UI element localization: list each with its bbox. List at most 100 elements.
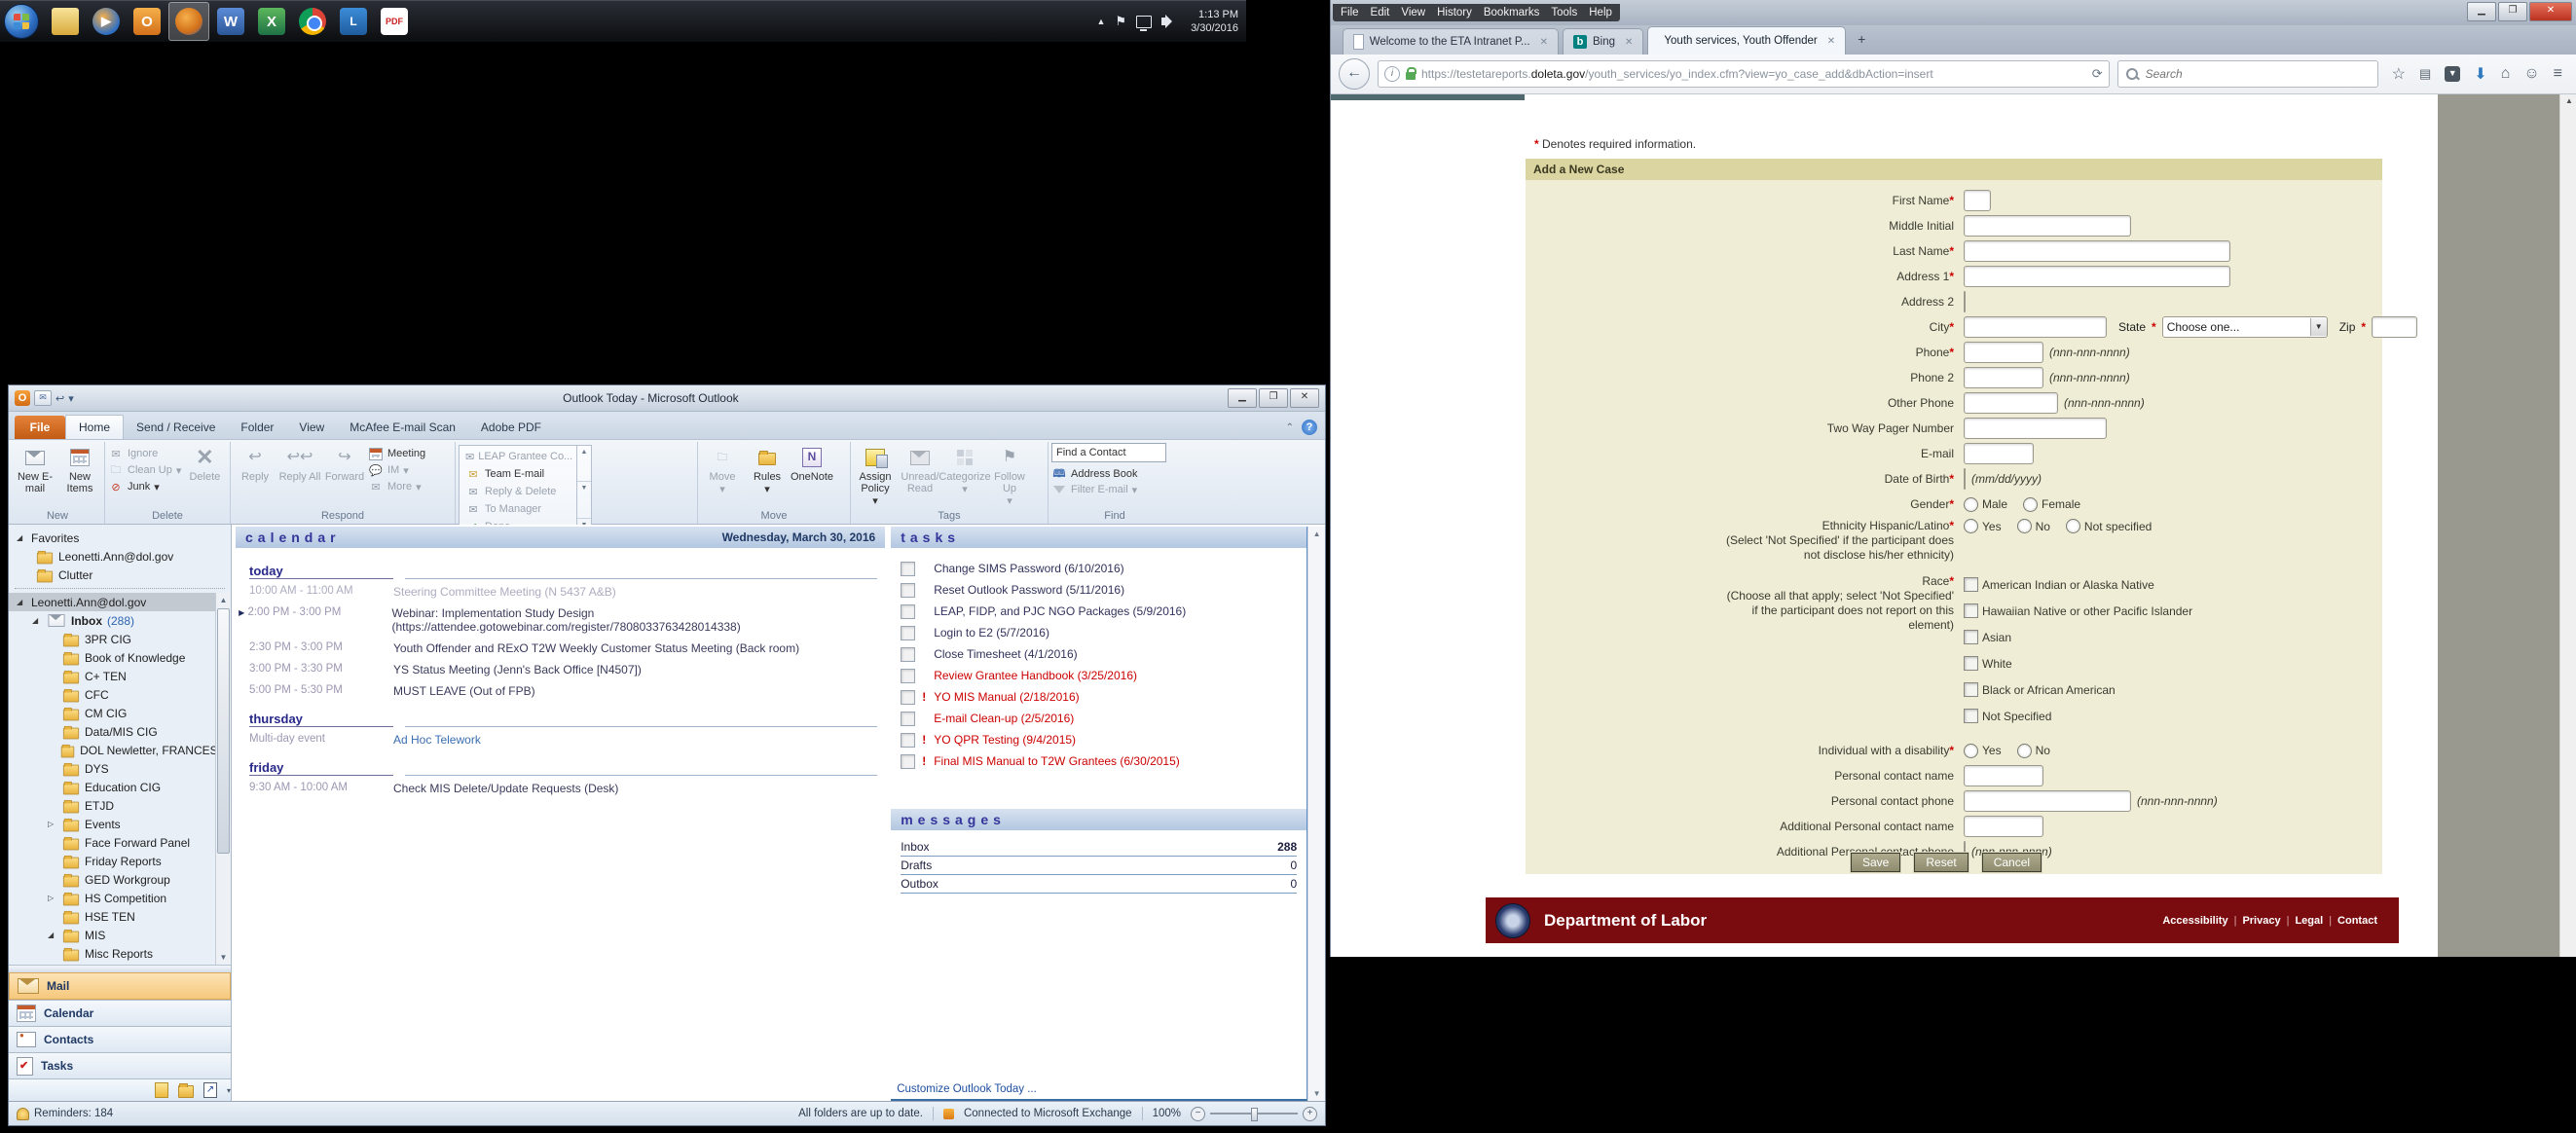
navpane-module-button[interactable]: Tasks <box>9 1052 231 1078</box>
start-button[interactable] <box>4 4 39 39</box>
task-checkbox[interactable] <box>901 582 916 598</box>
city-input[interactable] <box>1964 316 2107 338</box>
calendar-event[interactable]: 9:30 AM - 10:00 AM Check MIS Delete/Upda… <box>236 782 885 795</box>
reply-all-button[interactable]: ↩↩ Reply All <box>278 443 321 484</box>
new-items-button[interactable]: New Items <box>58 443 101 494</box>
message-folder-row[interactable]: Inbox 288 <box>901 838 1298 857</box>
task-checkbox[interactable] <box>901 668 916 683</box>
hamburger-menu-icon[interactable]: ≡ <box>2554 65 2562 83</box>
outlook-titlebar[interactable]: O ✉ ↩ ▾ Outlook Today - Microsoft Outloo… <box>9 385 1325 412</box>
page-scrollbar[interactable]: ▲ <box>2559 94 2576 957</box>
task-item[interactable]: ! YO MIS Manual (2/18/2016) <box>901 686 1306 708</box>
back-button[interactable]: ← <box>1339 58 1370 90</box>
home-icon[interactable]: ⌂ <box>2501 65 2511 83</box>
scrollbar-thumb[interactable] <box>217 608 230 854</box>
form-text-input[interactable] <box>1964 291 1966 312</box>
calendar-event[interactable]: Multi-day event Ad Hoc Telework <box>236 733 885 747</box>
taskbar-chrome-button[interactable] <box>293 3 332 40</box>
form-action-button[interactable]: Cancel <box>1980 852 2043 873</box>
footer-link[interactable]: Contact <box>2337 915 2389 927</box>
collapse-arrow-icon[interactable]: ◢ <box>32 616 42 625</box>
calendar-event[interactable]: 2:30 PM - 3:00 PM Youth Offender and REx… <box>236 641 885 655</box>
folder-item[interactable]: Book of Knowledge <box>9 648 231 667</box>
unread-read-button[interactable]: Unread/ Read <box>899 443 941 494</box>
race-option[interactable]: Black or African American <box>1964 679 2116 700</box>
menu-item[interactable]: View <box>1401 7 1425 18</box>
task-checkbox[interactable] <box>901 561 916 576</box>
calendar-event[interactable]: 5:00 PM - 5:30 PM MUST LEAVE (Out of FPB… <box>236 684 885 698</box>
folder-item[interactable]: ◢ MIS <box>9 926 231 944</box>
taskbar-outlook-button[interactable]: O <box>128 3 166 40</box>
checkbox[interactable] <box>1964 709 1978 723</box>
configure-buttons-icon[interactable]: ▾ <box>227 1086 231 1095</box>
footer-link[interactable]: Privacy <box>2242 915 2295 927</box>
ethnicity-option[interactable]: Yes <box>1964 519 2002 533</box>
form-text-input[interactable] <box>1964 418 2107 439</box>
navpane-splitter[interactable] <box>9 965 231 972</box>
radio-button[interactable] <box>1964 496 1978 512</box>
taskbar-firefox-button[interactable] <box>168 2 209 41</box>
folder-item[interactable]: Face Forward Panel <box>9 833 231 852</box>
find-a-contact-input[interactable]: Find a Contact <box>1051 443 1166 462</box>
outlook-restore-button[interactable]: ❐ <box>1259 388 1288 408</box>
notes-icon[interactable] <box>155 1082 169 1098</box>
collapse-arrow-icon[interactable]: ◢ <box>17 533 26 542</box>
taskbar-lync-button[interactable]: L <box>334 3 373 40</box>
gender-option[interactable]: Female <box>2023 496 2080 512</box>
form-text-input[interactable] <box>1964 190 1991 211</box>
checkbox[interactable] <box>1964 577 1978 592</box>
expand-arrow-icon[interactable]: ▷ <box>48 820 57 828</box>
menu-item[interactable]: History <box>1437 7 1472 18</box>
form-text-input[interactable] <box>1964 392 2058 414</box>
rules-button[interactable]: Rules ▾ <box>746 443 789 495</box>
form-action-button[interactable]: Save <box>1849 852 1902 873</box>
expand-arrow-icon[interactable]: ▷ <box>48 894 57 902</box>
folder-item[interactable]: 3PR CIG <box>9 630 231 648</box>
assign-policy-button[interactable]: Assign Policy ▾ <box>854 443 897 507</box>
taskbar-word-button[interactable]: W <box>211 3 250 40</box>
form-text-input[interactable] <box>1964 367 2043 388</box>
checkbox[interactable] <box>1964 656 1978 671</box>
folder-item[interactable]: CM CIG <box>9 704 231 722</box>
folder-item[interactable]: DYS <box>9 759 231 778</box>
task-item[interactable]: Close Timesheet (4/1/2016) <box>901 643 1306 665</box>
radio-button[interactable] <box>2016 743 2032 758</box>
search-bar[interactable] <box>2116 60 2378 88</box>
form-action-button[interactable]: Reset <box>1913 852 1969 873</box>
form-text-input[interactable] <box>1964 215 2131 237</box>
task-checkbox[interactable] <box>901 753 916 769</box>
disability-option[interactable]: Yes <box>1964 743 2002 758</box>
form-text-input[interactable] <box>1964 790 2131 812</box>
site-info-icon[interactable]: i <box>1384 66 1400 82</box>
tab-view[interactable]: View <box>286 416 337 439</box>
tab-file[interactable]: File <box>15 416 65 439</box>
connection-status[interactable]: Connected to Microsoft Exchange <box>964 1108 1132 1119</box>
taskbar-explorer-button[interactable] <box>46 3 85 40</box>
checkbox[interactable] <box>1964 603 1978 618</box>
taskbar-clock[interactable]: 1:13 PM 3/30/2016 <box>1183 8 1238 36</box>
im-button[interactable]: 💬 IM ▾ <box>368 463 425 477</box>
undo-icon[interactable]: ↩ <box>55 392 64 405</box>
volume-icon[interactable] <box>1161 15 1173 28</box>
task-checkbox[interactable] <box>901 711 916 726</box>
task-item[interactable]: E-mail Clean-up (2/5/2016) <box>901 708 1306 729</box>
delete-button[interactable]: ✕ Delete <box>183 443 226 484</box>
ignore-button[interactable]: ✉ Ignore <box>108 447 181 460</box>
navpane-module-button[interactable]: Contacts <box>9 1026 231 1052</box>
quick-step-item[interactable]: To Manager <box>465 502 570 516</box>
task-checkbox[interactable] <box>901 646 916 662</box>
taskbar-excel-button[interactable]: X <box>252 3 291 40</box>
quick-step-item[interactable]: Team E-mail <box>465 467 570 481</box>
zoom-out-icon[interactable]: − <box>1191 1106 1205 1121</box>
footer-link[interactable]: Legal <box>2295 915 2337 927</box>
folder-item[interactable]: HSE TEN <box>9 907 231 926</box>
folder-tree-scrollbar[interactable]: ▲ ▼ <box>215 593 231 965</box>
task-checkbox[interactable] <box>901 732 916 748</box>
pocket-icon[interactable]: ▼ <box>2445 66 2461 82</box>
meeting-button[interactable]: Meeting <box>368 447 425 460</box>
browser-tab[interactable]: Youth services, Youth Offender ✕ <box>1647 26 1847 55</box>
taskbar-adobe-button[interactable]: PDF <box>375 3 414 40</box>
task-checkbox[interactable] <box>901 625 916 640</box>
menu-item[interactable]: Bookmarks <box>1484 7 1540 18</box>
task-item[interactable]: Login to E2 (5/7/2016) <box>901 622 1306 643</box>
